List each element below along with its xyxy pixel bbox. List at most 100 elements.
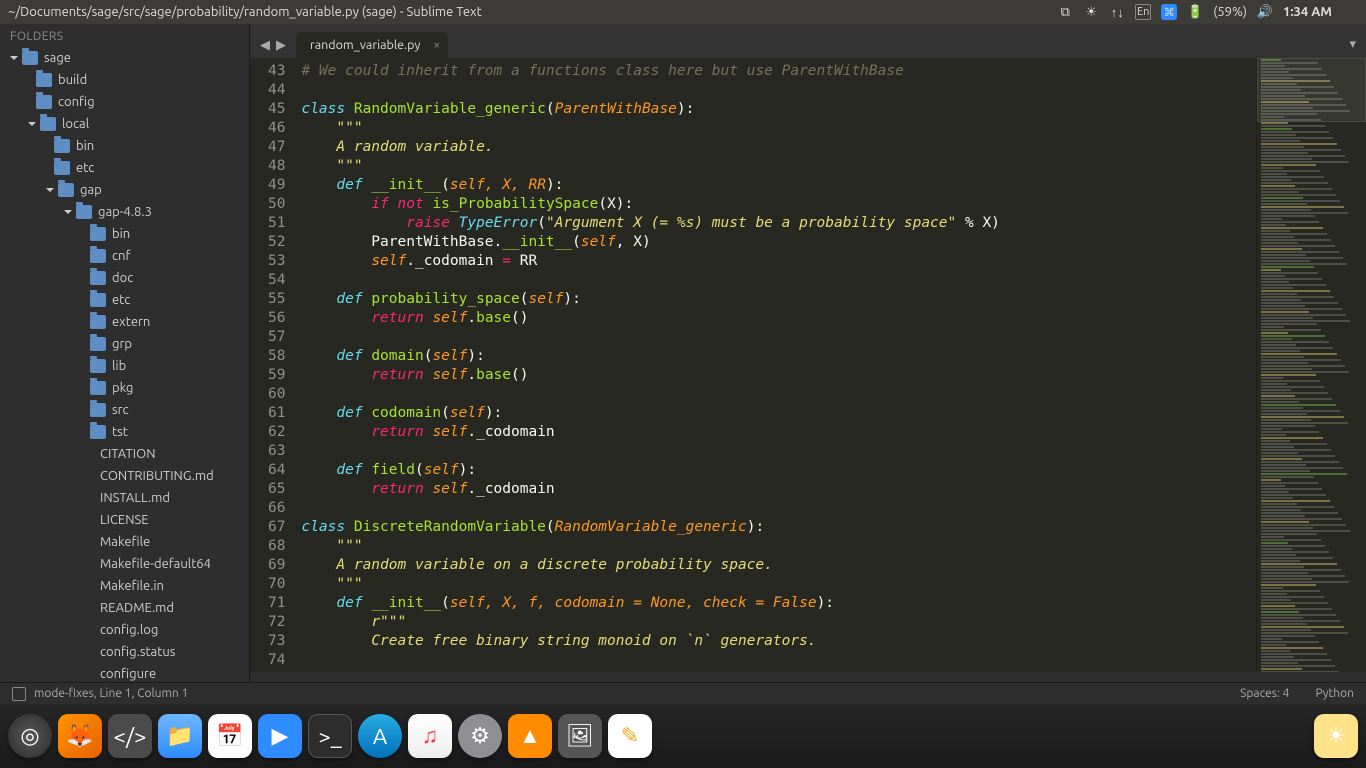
folder-icon [76, 205, 92, 219]
code-view[interactable]: # We could inherit from a functions clas… [297, 58, 1256, 672]
folder-item[interactable]: doc [0, 267, 249, 289]
tab-bar: ◀ ▶ random_variable.py × ▾ [250, 24, 1366, 58]
dock-vlc-icon[interactable]: ▲ [508, 714, 552, 758]
dock-firefox-icon[interactable]: 🦊 [58, 714, 102, 758]
sublime-window: FOLDERS sagebuildconfiglocalbinetcgapgap… [0, 24, 1366, 704]
tree-item-label: config.log [100, 620, 158, 640]
folder-item[interactable]: tst [0, 421, 249, 443]
minimap[interactable] [1256, 58, 1366, 672]
dock-ubuntu-icon[interactable]: ◎ [8, 714, 52, 758]
window-title: ~/Documents/sage/src/sage/probability/ra… [8, 5, 1057, 19]
tree-item-label: etc [112, 290, 130, 310]
folder-item[interactable]: lib [0, 355, 249, 377]
clock: 1:34 AM [1283, 5, 1332, 19]
close-icon[interactable]: × [433, 38, 440, 52]
folder-item[interactable]: gap-4.8.3 [0, 201, 249, 223]
folder-item[interactable]: sage [0, 47, 249, 69]
folder-icon [36, 95, 52, 109]
tree-item-label: extern [112, 312, 150, 332]
file-item[interactable]: Makefile.in [0, 575, 249, 597]
folder-item[interactable]: build [0, 69, 249, 91]
tree-item-label: grp [112, 334, 132, 354]
tree-item-label: configure [100, 664, 156, 682]
dock-files-icon[interactable]: 📁 [158, 714, 202, 758]
folder-icon [90, 403, 106, 417]
file-item[interactable]: CITATION [0, 443, 249, 465]
tab-dropdown-icon[interactable]: ▾ [1339, 37, 1366, 58]
file-item[interactable]: Makefile [0, 531, 249, 553]
bluetooth-icon[interactable]: ⌘ [1161, 4, 1177, 20]
folder-item[interactable]: gap [0, 179, 249, 201]
battery-icon[interactable]: 🔋 [1187, 4, 1203, 20]
status-indent[interactable]: Spaces: 4 [1240, 687, 1289, 700]
line-gutter: 4344454647484950515253545556575859606162… [250, 58, 297, 672]
session-icon[interactable] [1342, 4, 1358, 20]
editor-area[interactable]: 4344454647484950515253545556575859606162… [250, 58, 1366, 672]
folder-icon [90, 293, 106, 307]
file-item[interactable]: LICENSE [0, 509, 249, 531]
dock-weather-icon[interactable]: ☀ [1314, 714, 1358, 758]
file-item[interactable]: CONTRIBUTING.md [0, 465, 249, 487]
folder-icon [54, 139, 70, 153]
folder-item[interactable]: config [0, 91, 249, 113]
tree-item-label: gap [80, 180, 102, 200]
battery-percent: (59%) [1213, 5, 1247, 19]
file-item[interactable]: configure [0, 663, 249, 682]
volume-icon[interactable]: 🔊 [1257, 4, 1273, 20]
folder-item[interactable]: cnf [0, 245, 249, 267]
minimap-viewport[interactable] [1257, 58, 1366, 122]
folder-item[interactable]: etc [0, 157, 249, 179]
file-item[interactable]: config.status [0, 641, 249, 663]
tree-item-label: build [58, 70, 87, 90]
folder-item[interactable]: local [0, 113, 249, 135]
folder-item[interactable]: src [0, 399, 249, 421]
tree-item-label: config [58, 92, 95, 112]
nav-back-icon[interactable]: ◀ [260, 38, 274, 52]
tree-item-label: CITATION [100, 444, 155, 464]
folder-icon [90, 425, 106, 439]
brightness-icon[interactable]: ☀ [1083, 4, 1099, 20]
folder-item[interactable]: bin [0, 223, 249, 245]
folder-icon [22, 51, 38, 65]
tree-item-label: README.md [100, 598, 174, 618]
folder-item[interactable]: pkg [0, 377, 249, 399]
dock-calendar-icon[interactable]: 📅 [208, 714, 252, 758]
dock-terminal-icon[interactable]: >_ [308, 714, 352, 758]
caret-down-icon [64, 210, 72, 214]
panel-switcher-icon[interactable] [12, 687, 26, 701]
dropbox-icon[interactable]: ⧉ [1057, 4, 1073, 20]
tree-item-label: config.status [100, 642, 175, 662]
file-item[interactable]: README.md [0, 597, 249, 619]
folder-icon [40, 117, 56, 131]
horizontal-scrollbar[interactable] [250, 672, 1366, 682]
file-item[interactable]: Makefile-default64 [0, 553, 249, 575]
tree-item-label: doc [112, 268, 133, 288]
tree-item-label: CONTRIBUTING.md [100, 466, 214, 486]
status-bar: mode-fixes, Line 1, Column 1 Spaces: 4 P… [0, 682, 1366, 704]
dock-music-icon[interactable]: ♫ [408, 714, 452, 758]
dock-appstore-icon[interactable]: A [358, 714, 402, 758]
file-item[interactable]: INSTALL.md [0, 487, 249, 509]
editor-column: ◀ ▶ random_variable.py × ▾ 4344454647484… [250, 24, 1366, 682]
dock-screenshot-icon[interactable]: 🖼 [558, 714, 602, 758]
dock-settings-icon[interactable]: ⚙ [458, 714, 502, 758]
folder-item[interactable]: extern [0, 311, 249, 333]
status-syntax[interactable]: Python [1315, 687, 1354, 700]
dock-media-icon[interactable]: ▶ [258, 714, 302, 758]
folder-tree[interactable]: sagebuildconfiglocalbinetcgapgap-4.8.3bi… [0, 47, 249, 682]
keyboard-lang[interactable]: En [1135, 4, 1151, 20]
folder-item[interactable]: etc [0, 289, 249, 311]
folder-icon [36, 73, 52, 87]
folder-item[interactable]: bin [0, 135, 249, 157]
nav-forward-icon[interactable]: ▶ [276, 38, 290, 52]
folder-item[interactable]: grp [0, 333, 249, 355]
tab-active[interactable]: random_variable.py × [296, 32, 448, 58]
system-tray: ⧉ ☀ ↑↓ En ⌘ 🔋 (59%) 🔊 1:34 AM [1057, 4, 1358, 20]
network-up-icon[interactable]: ↑↓ [1109, 4, 1125, 20]
dock-sublime-icon[interactable]: </> [108, 714, 152, 758]
file-item[interactable]: config.log [0, 619, 249, 641]
dock-notes-icon[interactable]: ✎ [608, 714, 652, 758]
tree-item-label: src [112, 400, 129, 420]
tree-item-label: pkg [112, 378, 133, 398]
folder-icon [54, 161, 70, 175]
